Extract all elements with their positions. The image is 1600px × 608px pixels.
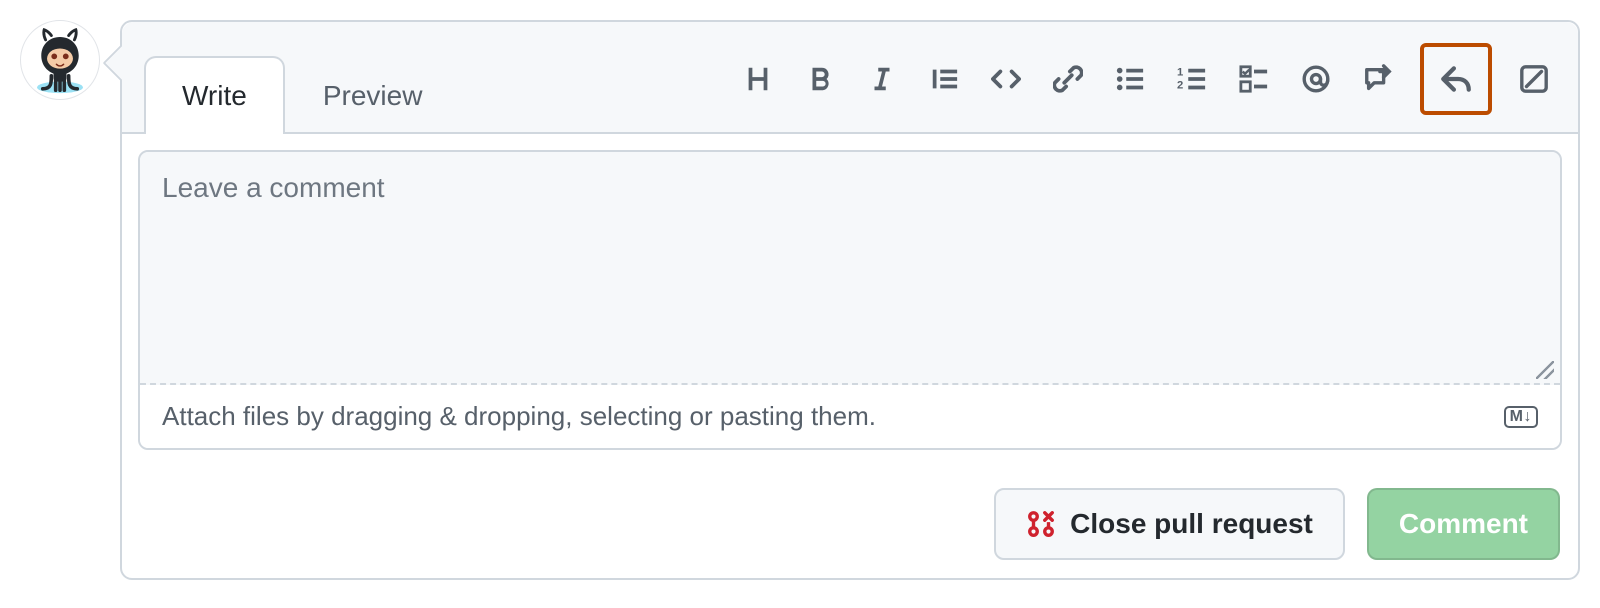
reply-icon [1439,62,1473,96]
italic-button[interactable] [862,59,902,99]
heading-icon [743,64,773,94]
reply-button[interactable] [1420,43,1492,115]
comment-input[interactable] [140,152,1560,378]
git-pull-request-closed-icon [1026,509,1056,539]
numbered-list-icon: 12 [1177,64,1207,94]
code-icon [991,64,1021,94]
bold-icon [805,64,835,94]
close-pull-request-button[interactable]: Close pull request [994,488,1345,560]
markdown-badge[interactable]: M↓ [1504,406,1538,428]
tabnav: Write Preview [122,22,1578,134]
bulleted-list-button[interactable] [1110,59,1150,99]
numbered-list-button[interactable]: 12 [1172,59,1212,99]
tab-preview[interactable]: Preview [285,56,461,134]
quote-icon [929,64,959,94]
formatting-toolbar: 12 [738,43,1560,125]
suggestion-icon [1519,64,1549,94]
bold-button[interactable] [800,59,840,99]
attach-hint-row[interactable]: Attach files by dragging & dropping, sel… [140,385,1560,448]
attach-hint-text: Attach files by dragging & dropping, sel… [162,401,876,432]
bulleted-list-icon [1115,64,1145,94]
task-list-button[interactable] [1234,59,1274,99]
tab-write[interactable]: Write [144,56,285,134]
comment-composer: Write Preview [120,20,1580,580]
svg-text:2: 2 [1177,79,1183,91]
close-pull-request-label: Close pull request [1070,508,1313,540]
link-icon [1053,64,1083,94]
suggestion-button[interactable] [1514,59,1554,99]
code-button[interactable] [986,59,1026,99]
mention-button[interactable] [1296,59,1336,99]
task-list-icon [1239,64,1269,94]
avatar [20,20,100,100]
heading-button[interactable] [738,59,778,99]
editor-container: Attach files by dragging & dropping, sel… [138,150,1562,450]
svg-text:1: 1 [1177,66,1183,78]
action-buttons: Close pull request Comment [122,466,1578,578]
comment-button[interactable]: Comment [1367,488,1560,560]
italic-icon [867,64,897,94]
cross-reference-button[interactable] [1358,59,1398,99]
mention-icon [1301,64,1331,94]
octocat-icon [24,24,96,96]
link-button[interactable] [1048,59,1088,99]
cross-reference-icon [1363,64,1393,94]
quote-button[interactable] [924,59,964,99]
comment-button-label: Comment [1399,508,1528,540]
